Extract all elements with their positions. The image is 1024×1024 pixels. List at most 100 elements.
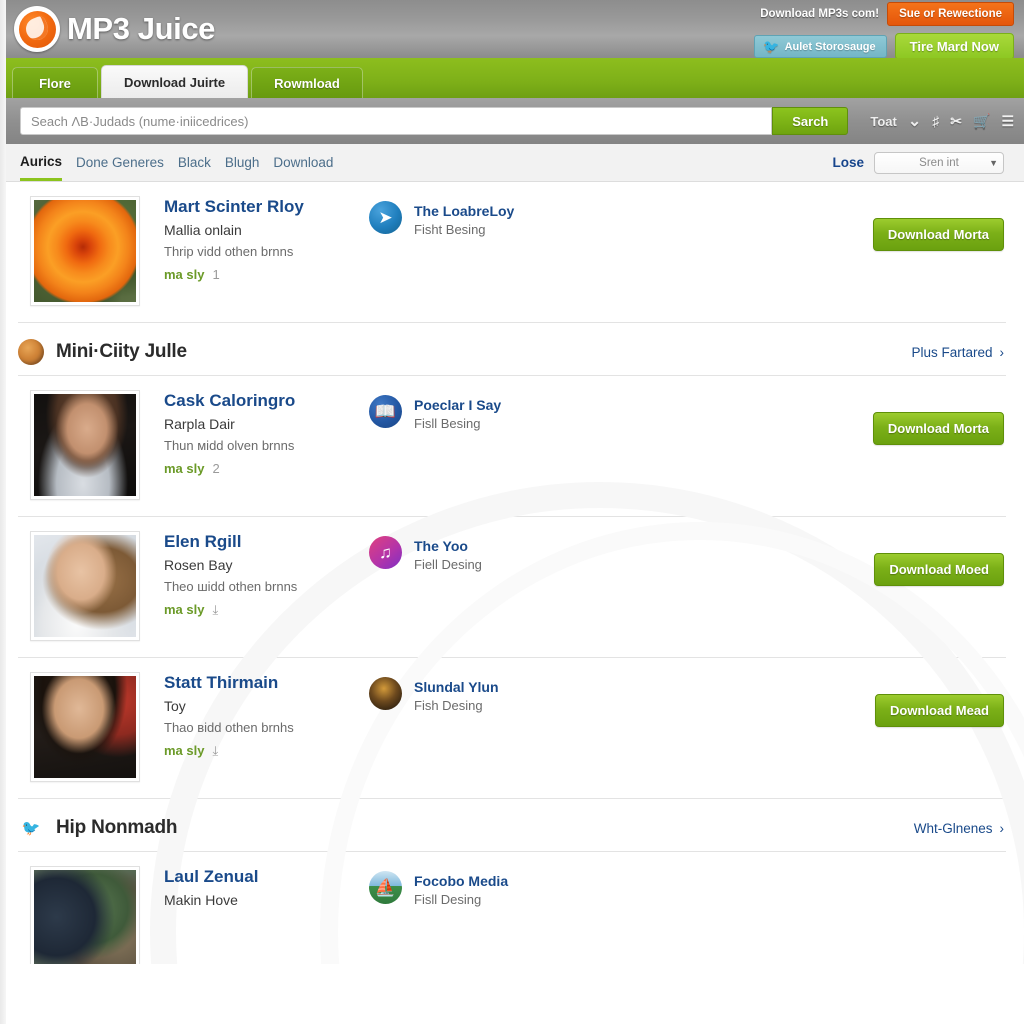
channel-info[interactable]: 📖 Poeclar I Say Fisll Besing bbox=[369, 390, 629, 433]
result-info: Mart Scinter Rloy Mallia onlain Thrip vi… bbox=[164, 196, 359, 282]
main-tabbar: Flore Download Juirte Rowmload bbox=[0, 58, 1024, 98]
download-arrow-icon: ⤓ bbox=[212, 602, 218, 618]
subnav-links: Aurics Done Generes Black Blugh Download bbox=[20, 145, 333, 181]
mp3-juice-droplet-logo-icon bbox=[14, 6, 60, 52]
section-title: Mini·Ciity Julle bbox=[56, 341, 187, 363]
download-button[interactable]: Download Moed bbox=[874, 553, 1004, 586]
result-row[interactable]: Statt Thirmain Toy Thao вidd othen brnhs… bbox=[0, 658, 1024, 798]
promo-label: Download MP3s com! bbox=[760, 8, 879, 20]
result-row[interactable]: Laul Zenual Makin Hove ⛵ Focobo Media Fi… bbox=[0, 852, 1024, 964]
section-more-link[interactable]: Plus Fartared › bbox=[911, 345, 1004, 360]
thumbnail-portrait-man[interactable] bbox=[30, 672, 140, 782]
search-input[interactable] bbox=[20, 107, 772, 135]
result-title[interactable]: Cask Caloringro bbox=[164, 390, 359, 411]
thumbnail-portrait-woman-light[interactable] bbox=[30, 531, 140, 641]
result-subtitle: Makin Hove bbox=[164, 891, 359, 910]
thumbnail-crowd-scene[interactable] bbox=[30, 866, 140, 964]
cart-icon[interactable]: 🛒 bbox=[973, 114, 990, 128]
channel-name: Slundal Ylun bbox=[414, 679, 499, 695]
results-content: Mart Scinter Rloy Mallia onlain Thrip vi… bbox=[0, 182, 1024, 964]
music-note-icon: ♫ bbox=[369, 536, 402, 569]
thumbnail-orange-rose[interactable] bbox=[30, 196, 140, 306]
channel-name: Poeclar I Say bbox=[414, 397, 501, 413]
result-title[interactable]: Mart Scinter Rloy bbox=[164, 196, 359, 217]
chevron-down-icon: ▼ bbox=[989, 158, 998, 168]
result-info: Elen Rgill Rosen Bay Theo шidd othen brn… bbox=[164, 531, 359, 618]
result-meta-text: ma sly bbox=[164, 602, 204, 617]
bird-icon: 🐦 bbox=[18, 815, 44, 841]
download-button[interactable]: Download Morta bbox=[873, 412, 1004, 445]
book-icon: 📖 bbox=[369, 395, 402, 428]
channel-info[interactable]: ♫ The Yoo Fiell Desing bbox=[369, 531, 629, 574]
result-row[interactable]: Mart Scinter Rloy Mallia onlain Thrip vi… bbox=[0, 182, 1024, 322]
chevron-down-icon[interactable]: ⌄ bbox=[908, 111, 921, 131]
tab-download-juirte[interactable]: Download Juirte bbox=[101, 65, 248, 98]
tab-rowmload[interactable]: Rowmload bbox=[251, 67, 363, 98]
download-button[interactable]: Download Morta bbox=[873, 218, 1004, 251]
tab-flore[interactable]: Flore bbox=[12, 67, 98, 98]
site-header: MP3 Juice Download MP3s com! Sue or Rewe… bbox=[0, 0, 1024, 58]
channel-name: Focobo Media bbox=[414, 873, 508, 889]
thumbnail-portrait-woman-dark[interactable] bbox=[30, 390, 140, 500]
header-promo-row-2: 🐦 Aulet Storosauge Tire Mard Now bbox=[754, 33, 1014, 60]
channel-subtitle: Fisll Besing bbox=[414, 416, 480, 431]
result-row[interactable]: Cask Caloringro Rarpla Dair Thun мidd ol… bbox=[0, 376, 1024, 516]
channel-subtitle: Fisll Desing bbox=[414, 892, 481, 907]
channel-subtitle: Fiell Desing bbox=[414, 557, 482, 572]
result-row[interactable]: Elen Rgill Rosen Bay Theo шidd othen brn… bbox=[0, 517, 1024, 657]
channel-name: The Yoo bbox=[414, 538, 468, 554]
twitter-share-button[interactable]: 🐦 Aulet Storosauge bbox=[754, 35, 886, 58]
section-title: Hip Nonmadh bbox=[56, 817, 177, 839]
subnav-item-blugh[interactable]: Blugh bbox=[225, 146, 260, 179]
download-arrow-icon: ⤓ bbox=[212, 743, 218, 759]
sort-select[interactable]: Sren int ▼ bbox=[874, 152, 1004, 174]
channel-subtitle: Fish Desing bbox=[414, 698, 483, 713]
cookie-icon bbox=[18, 339, 44, 365]
result-meta-text: ma sly bbox=[164, 267, 204, 282]
result-info: Cask Caloringro Rarpla Dair Thun мidd ol… bbox=[164, 390, 359, 476]
result-title[interactable]: Statt Thirmain bbox=[164, 672, 359, 693]
subnav-item-black[interactable]: Black bbox=[178, 146, 211, 179]
search-toolbar: Toat ⌄ ♯ ✂ 🛒 ☰ bbox=[870, 111, 1014, 131]
channel-name: The LoabreLoy bbox=[414, 203, 514, 219]
section-more-link[interactable]: Wht-Glnenes › bbox=[914, 821, 1004, 836]
result-description: Thun мidd olven brnns bbox=[164, 437, 359, 455]
result-meta: ma sly 2 bbox=[164, 461, 359, 476]
search-bar: Sarch Toat ⌄ ♯ ✂ 🛒 ☰ bbox=[0, 98, 1024, 144]
search-button[interactable]: Sarch bbox=[772, 107, 848, 135]
sliders-icon[interactable]: ☰ bbox=[1001, 114, 1014, 128]
subnav-item-download[interactable]: Download bbox=[273, 146, 333, 179]
result-subtitle: Rosen Bay bbox=[164, 556, 359, 575]
result-action: Download Morta bbox=[873, 196, 1004, 251]
sort-label: Lose bbox=[832, 155, 864, 170]
music-note-icon[interactable]: ♯ bbox=[932, 114, 939, 128]
result-meta: ma sly 1 bbox=[164, 267, 359, 282]
result-title[interactable]: Laul Zenual bbox=[164, 866, 359, 887]
channel-info[interactable]: ➤ The LoabreLoy Fisht Besing bbox=[369, 196, 629, 239]
result-subtitle: Rarpla Dair bbox=[164, 415, 359, 434]
header-promo-area: Download MP3s com! Sue or Rewectione 🐦 A… bbox=[754, 2, 1014, 60]
logo[interactable]: MP3 Juice bbox=[14, 6, 215, 52]
header-promo-row-1: Download MP3s com! Sue or Rewectione bbox=[760, 2, 1014, 26]
chevron-right-icon: › bbox=[1000, 821, 1005, 836]
channel-info[interactable]: Slundal Ylun Fish Desing bbox=[369, 672, 629, 715]
avatar-icon bbox=[369, 677, 402, 710]
cta-button[interactable]: Tire Mard Now bbox=[895, 33, 1014, 60]
result-action: Download Morta bbox=[873, 390, 1004, 445]
result-info: Statt Thirmain Toy Thao вidd othen brnhs… bbox=[164, 672, 359, 759]
result-subtitle: Toy bbox=[164, 697, 359, 716]
result-action: Download Moed bbox=[874, 531, 1004, 586]
download-button[interactable]: Download Mead bbox=[875, 694, 1004, 727]
subnav-item-done-generes[interactable]: Done Generes bbox=[76, 146, 164, 179]
section-header-hip-nonmadh: 🐦 Hip Nonmadh Wht-Glnenes › bbox=[0, 799, 1024, 851]
result-description: Thrip vidd othen brnns bbox=[164, 243, 359, 261]
result-title[interactable]: Elen Rgill bbox=[164, 531, 359, 552]
promo-button[interactable]: Sue or Rewectione bbox=[887, 2, 1014, 26]
subnav-item-aurics[interactable]: Aurics bbox=[20, 145, 62, 181]
download-count-icon: 1 bbox=[212, 267, 219, 282]
result-subtitle: Mallia onlain bbox=[164, 221, 359, 240]
scissors-icon[interactable]: ✂ bbox=[950, 114, 962, 128]
subnav-right: Lose Sren int ▼ bbox=[832, 152, 1004, 174]
logo-text: MP3 Juice bbox=[67, 11, 215, 47]
channel-info[interactable]: ⛵ Focobo Media Fisll Desing bbox=[369, 866, 629, 909]
